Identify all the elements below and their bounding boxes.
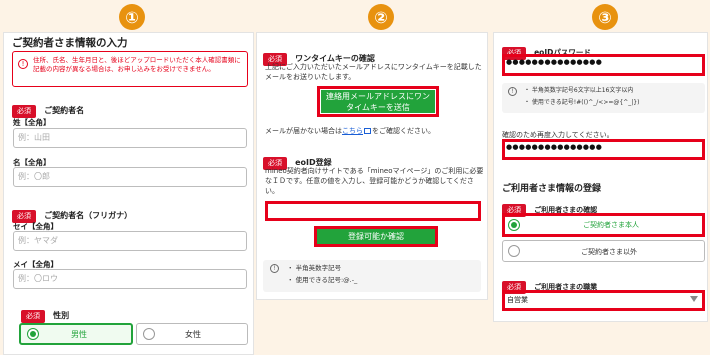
password-hint-1: ・ 半角英数字記号6文字以上16文字以内: [524, 87, 634, 94]
radio-icon: [143, 328, 155, 340]
self-option-label: ご契約者さま本人: [583, 221, 639, 229]
job-select[interactable]: 自営業: [505, 293, 702, 308]
mei-input[interactable]: 例：〇郎: [13, 167, 247, 187]
radio-selected-icon: [27, 328, 39, 340]
radio-selected-icon: [508, 219, 520, 231]
sei-input[interactable]: 例：山田: [13, 128, 247, 148]
contractor-name-label: ご契約者名: [44, 106, 85, 115]
no-mail-prefix: メールが届かない場合は: [265, 127, 342, 135]
gender-label: 性別: [53, 311, 70, 320]
notice-text: 住所、氏名、生年月日と、後ほどアップロードいただく本人確認書類に記載の内容が異な…: [33, 56, 241, 73]
no-mail-suffix: をご確認ください。: [372, 127, 435, 135]
no-mail-link[interactable]: こちら: [342, 127, 363, 135]
eoid-description: mineo契約者向けサイトである「mineoマイページ」のご利用に必要なＩＤです…: [265, 167, 484, 195]
hint-2: ・ 使用できる記号:@.-_: [287, 276, 358, 284]
job-select-value: 自営業: [507, 296, 528, 304]
password-input[interactable]: ●●●●●●●●●●●●●●●: [506, 58, 602, 66]
radio-icon: [508, 245, 520, 257]
user-other-option[interactable]: ご契約者さま以外: [502, 240, 705, 262]
notice-box: ! 住所、氏名、生年月日と、後ほどアップロードいただく本人確認書類に記載の内容が…: [12, 51, 248, 87]
external-link-icon: [364, 128, 371, 134]
contractor-info-panel: ご契約者さま情報の入力 ! 住所、氏名、生年月日と、後ほどアップロードいただく本…: [3, 32, 254, 355]
chevron-down-icon: [690, 296, 698, 302]
page-title: ご契約者さま情報の入力: [12, 37, 128, 49]
male-label: 男性: [71, 330, 87, 339]
info-icon: !: [270, 264, 279, 273]
hint-1: ・ 半角英数字記号: [287, 264, 342, 272]
eoid-input[interactable]: [268, 204, 478, 218]
step-1-badge: ①: [119, 4, 145, 30]
user-self-option[interactable]: ご契約者さま本人: [505, 216, 702, 234]
onetime-key-panel: 必須 ワンタイムキーの確認 上記にご入力いただいたメールアドレスにワンタイムキー…: [256, 32, 488, 300]
step-3-badge: ③: [592, 4, 618, 30]
sei-label: 姓【全角】: [13, 118, 51, 127]
kana-name-label: ご契約者名（フリガナ）: [44, 211, 133, 220]
alert-icon: !: [18, 59, 28, 69]
eoid-hint-box: ! ・ 半角英数字記号 ・ 使用できる記号:@.-_: [263, 260, 481, 292]
otk-description: 上記にご入力いただいたメールアドレスにワンタイムキーを記載したメールをお送りいた…: [265, 63, 482, 81]
gender-female-option[interactable]: 女性: [136, 323, 248, 345]
gender-male-option[interactable]: 男性: [19, 323, 133, 345]
password-hint-box: ! ・ 半角英数字記号6文字以上16文字以内 ・ 使用できる記号!#(()^_/…: [502, 83, 705, 113]
sei-kana-input[interactable]: 例：ヤマダ: [13, 231, 247, 251]
confirm-password-input[interactable]: ●●●●●●●●●●●●●●●: [506, 143, 602, 151]
required-badge: 必須: [21, 310, 45, 323]
info-icon: !: [508, 87, 517, 96]
check-availability-button[interactable]: 登録可能か確認: [317, 229, 435, 244]
female-label: 女性: [185, 330, 201, 339]
no-mail-text: メールが届かない場合はこちら をご確認ください。: [265, 126, 435, 137]
password-hint-2: ・ 使用できる記号!#(()^_/<>=@{^_|}): [524, 99, 640, 106]
other-option-label: ご契約者さま以外: [581, 248, 637, 256]
user-info-title: ご利用者さま情報の登録: [502, 184, 602, 194]
send-onetime-key-button[interactable]: 連絡用メールアドレスにワンタイムキーを送信: [321, 90, 435, 113]
step-2-badge: ②: [368, 4, 394, 30]
password-user-panel: 必須 eoIDパスワード ●●●●●●●●●●●●●●● ! ・ 半角英数字記号…: [493, 32, 708, 322]
mei-kana-input[interactable]: 例：〇ロウ: [13, 269, 247, 289]
